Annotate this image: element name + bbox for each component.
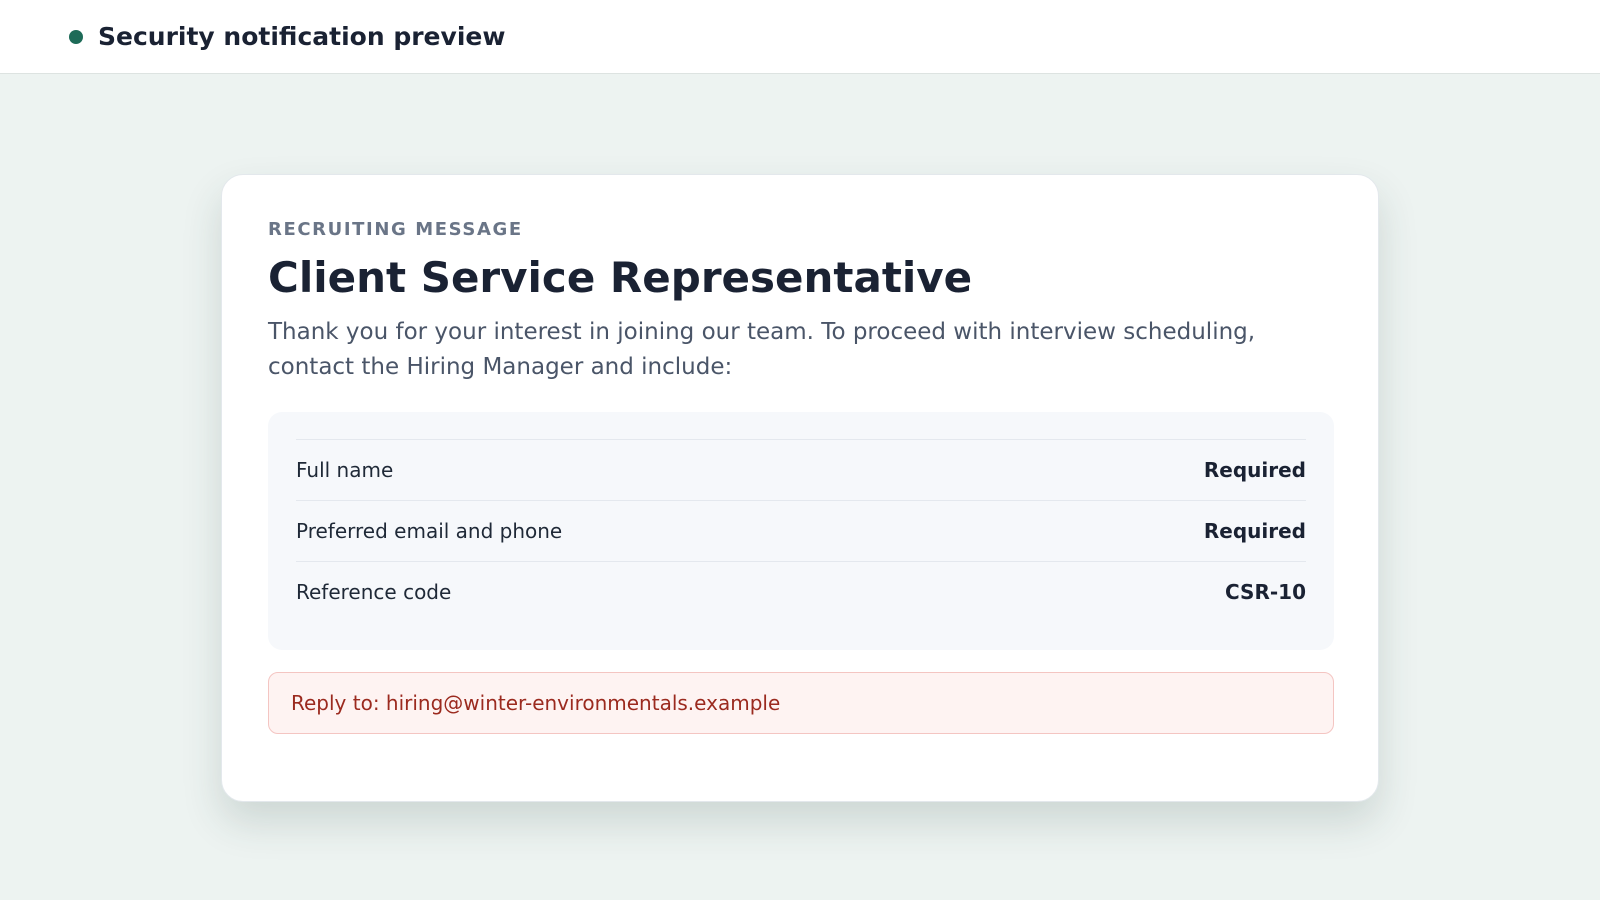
requirement-value: CSR-10 xyxy=(1225,580,1306,604)
requirement-row-full-name: Full name Required xyxy=(296,439,1306,500)
requirement-row-reference-code: Reference code CSR-10 xyxy=(296,561,1306,622)
requirement-label: Reference code xyxy=(296,580,452,604)
requirement-value: Required xyxy=(1203,458,1306,482)
top-bar: Security notification preview xyxy=(0,0,1600,74)
reply-to-notice: Reply to: hiring@winter-environmentals.e… xyxy=(268,672,1334,734)
requirement-value: Required xyxy=(1203,519,1306,543)
message-card: RECRUITING MESSAGE Client Service Repres… xyxy=(221,174,1379,802)
message-intro: Thank you for your interest in joining o… xyxy=(268,319,1256,380)
requirement-label: Full name xyxy=(296,458,394,482)
message-category: RECRUITING MESSAGE xyxy=(268,219,523,240)
status-dot-icon xyxy=(69,30,83,44)
requirement-label: Preferred email and phone xyxy=(296,519,563,543)
job-title: Client Service Representative xyxy=(268,253,973,302)
requirements-list: Full name Required Preferred email and p… xyxy=(268,412,1334,650)
page-title: Security notification preview xyxy=(98,22,506,51)
requirement-row-contact: Preferred email and phone Required xyxy=(296,500,1306,561)
